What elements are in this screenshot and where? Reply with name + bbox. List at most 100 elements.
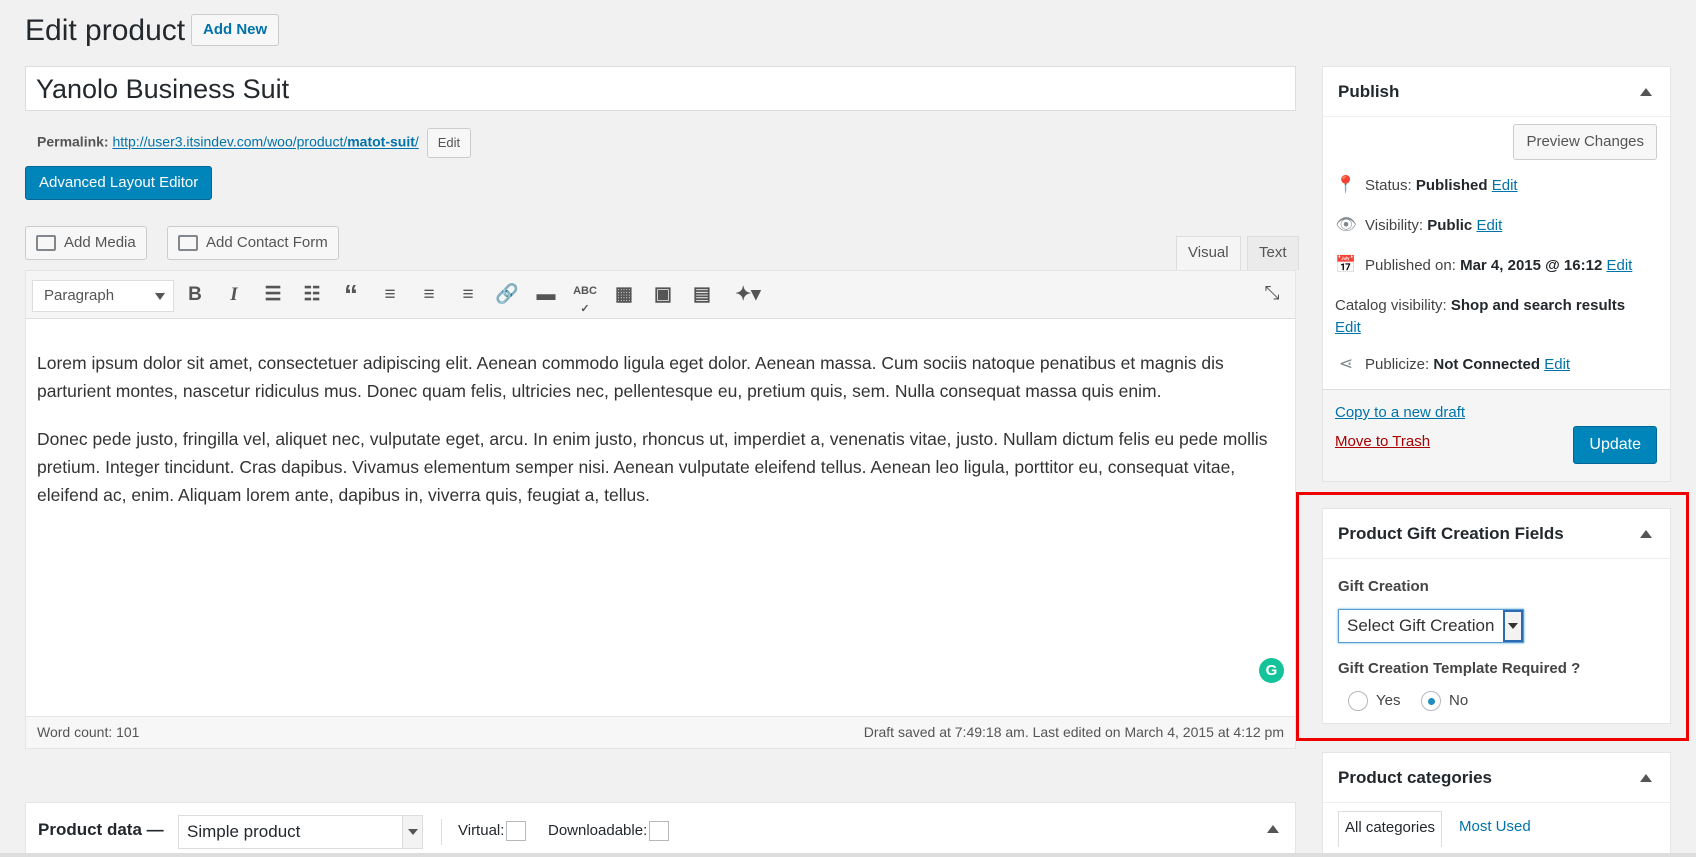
read-more-icon[interactable]: ▬ bbox=[533, 282, 559, 308]
content-editor: Paragraph B I ☰ ☷ “ ≡ ≡ ≡ 🔗 ▬ ABC ✓ ▦ ▣ ▤… bbox=[25, 270, 1296, 749]
blockquote-icon[interactable]: “ bbox=[338, 281, 364, 309]
eye-icon: 👁 bbox=[1335, 215, 1357, 234]
collapse-toggle-icon[interactable] bbox=[1640, 88, 1652, 96]
tab-text[interactable]: Text bbox=[1247, 236, 1299, 270]
product-data-label: Product data — bbox=[38, 820, 164, 839]
status-label: Status: bbox=[1365, 177, 1412, 194]
permalink-slug: matot-suit bbox=[347, 133, 415, 150]
publish-title: Publish bbox=[1338, 82, 1400, 101]
permalink-edit-button[interactable]: Edit bbox=[426, 128, 472, 158]
permalink-link[interactable]: http://user3.itsindev.com/woo/product/ma… bbox=[112, 134, 418, 150]
collapse-toggle-icon[interactable] bbox=[1267, 825, 1279, 833]
bullet-list-icon[interactable]: ☰ bbox=[260, 282, 286, 308]
copy-to-draft-link[interactable]: Copy to a new draft bbox=[1335, 404, 1465, 421]
form-icon bbox=[178, 235, 198, 251]
bold-icon[interactable]: B bbox=[182, 282, 208, 308]
categories-title: Product categories bbox=[1338, 768, 1492, 787]
advanced-layout-editor-button[interactable]: Advanced Layout Editor bbox=[25, 166, 213, 200]
chevron-down-icon bbox=[402, 816, 422, 848]
product-type-select[interactable]: Simple product bbox=[178, 815, 423, 849]
publicize-row: ⋖ Publicize: Not Connected Edit bbox=[1335, 354, 1570, 374]
spellcheck-icon[interactable]: ABC ✓ bbox=[572, 282, 598, 315]
post-title-input[interactable]: Yanolo Business Suit bbox=[25, 66, 1296, 111]
add-new-button[interactable]: Add New bbox=[191, 14, 280, 46]
virtual-checkbox-label: Virtual: bbox=[458, 821, 527, 841]
paragraph: Donec pede justo, fringilla vel, aliquet… bbox=[37, 429, 1268, 505]
publicize-edit-link[interactable]: Edit bbox=[1544, 356, 1570, 373]
downloadable-checkbox-label: Downloadable: bbox=[548, 821, 670, 841]
catalog-value: Shop and search results bbox=[1450, 297, 1626, 314]
publicize-label: Publicize: bbox=[1365, 356, 1430, 373]
collapse-toggle-icon[interactable] bbox=[1640, 774, 1652, 782]
horizontal-scrollbar[interactable] bbox=[0, 853, 1696, 857]
product-type-value: Simple product bbox=[187, 822, 301, 841]
add-contact-form-button[interactable]: Add Contact Form bbox=[167, 226, 339, 260]
published-edit-link[interactable]: Edit bbox=[1606, 257, 1632, 274]
publish-box-header: Publish bbox=[1323, 67, 1670, 117]
published-row: 📅 Published on: Mar 4, 2015 @ 16:12 Edit bbox=[1335, 255, 1632, 275]
align-right-icon[interactable]: ≡ bbox=[455, 282, 481, 308]
pin-icon: 📍 bbox=[1335, 175, 1357, 194]
publicize-value: Not Connected bbox=[1433, 356, 1541, 373]
publish-box: Publish Preview Changes 📍 Status: Publish… bbox=[1322, 66, 1671, 482]
toolbar-toggle-icon[interactable]: ▦ bbox=[611, 282, 637, 308]
editor-toolbar: Paragraph B I ☰ ☷ “ ≡ ≡ ≡ 🔗 ▬ ABC ✓ ▦ ▣ ▤… bbox=[26, 271, 1295, 319]
divider bbox=[441, 819, 442, 845]
add-media-button[interactable]: Add Media bbox=[25, 226, 147, 260]
add-contact-form-label: Add Contact Form bbox=[206, 234, 328, 251]
published-value: Mar 4, 2015 @ 16:12 bbox=[1460, 257, 1603, 274]
visibility-edit-link[interactable]: Edit bbox=[1476, 217, 1502, 234]
publish-actions: Copy to a new draft Move to Trash Update bbox=[1323, 389, 1670, 481]
catalog-edit-link[interactable]: Edit bbox=[1335, 319, 1361, 336]
media-icon bbox=[36, 235, 56, 251]
preview-changes-button[interactable]: Preview Changes bbox=[1513, 124, 1657, 160]
grammarly-icon[interactable]: G bbox=[1259, 658, 1284, 683]
catalog-visibility-row: Catalog visibility: Shop and search resu… bbox=[1335, 295, 1625, 339]
move-to-trash-link[interactable]: Move to Trash bbox=[1335, 433, 1430, 450]
categories-box-header: Product categories bbox=[1323, 753, 1670, 803]
downloadable-label: Downloadable: bbox=[548, 821, 648, 839]
tab-visual[interactable]: Visual bbox=[1176, 236, 1241, 270]
chevron-down-icon bbox=[155, 293, 165, 300]
page-title: Edit product bbox=[25, 14, 186, 47]
virtual-checkbox[interactable] bbox=[506, 821, 527, 841]
visibility-value: Public bbox=[1427, 217, 1473, 234]
update-button[interactable]: Update bbox=[1573, 426, 1657, 464]
link-icon[interactable]: 🔗 bbox=[494, 282, 520, 308]
wand-icon[interactable]: ✦▾ bbox=[728, 282, 768, 308]
calendar-icon: 📅 bbox=[1335, 255, 1357, 274]
permalink-label: Permalink: bbox=[37, 133, 109, 150]
visibility-row: 👁 Visibility: Public Edit bbox=[1335, 215, 1502, 235]
fullscreen-icon[interactable]: ⤡ bbox=[1259, 281, 1285, 307]
product-data-panel: Product data — Simple product Virtual: D… bbox=[25, 802, 1296, 857]
format-select[interactable]: Paragraph bbox=[32, 280, 174, 312]
virtual-label: Virtual: bbox=[458, 821, 505, 839]
draft-status: Draft saved at 7:49:18 am. Last edited o… bbox=[863, 724, 1284, 740]
gallery-icon[interactable]: ▣ bbox=[650, 282, 676, 308]
permalink: Permalink: http://user3.itsindev.com/woo… bbox=[37, 128, 472, 158]
published-label: Published on: bbox=[1365, 257, 1456, 274]
visibility-label: Visibility: bbox=[1365, 217, 1424, 234]
add-media-label: Add Media bbox=[64, 234, 136, 251]
catalog-label: Catalog visibility: bbox=[1335, 297, 1447, 314]
highlight-box bbox=[1296, 492, 1689, 741]
format-select-value: Paragraph bbox=[44, 287, 115, 304]
downloadable-checkbox[interactable] bbox=[649, 821, 670, 841]
tab-most-used[interactable]: Most Used bbox=[1453, 811, 1537, 847]
paragraph: Lorem ipsum dolor sit amet, consectetuer… bbox=[37, 353, 1224, 401]
status-row: 📍 Status: Published Edit bbox=[1335, 175, 1518, 195]
editor-statusbar: Word count: 101 Draft saved at 7:49:18 a… bbox=[26, 716, 1295, 748]
permalink-base: http://user3.itsindev.com/woo/product/ bbox=[112, 133, 348, 150]
tab-all-categories[interactable]: All categories bbox=[1338, 811, 1443, 847]
form-embed-icon[interactable]: ▤ bbox=[689, 282, 715, 308]
align-left-icon[interactable]: ≡ bbox=[377, 282, 403, 308]
share-icon: ⋖ bbox=[1338, 354, 1354, 373]
status-edit-link[interactable]: Edit bbox=[1492, 177, 1518, 194]
italic-icon[interactable]: I bbox=[221, 282, 247, 308]
word-count: Word count: 101 bbox=[37, 724, 140, 740]
numbered-list-icon[interactable]: ☷ bbox=[299, 282, 325, 308]
product-categories-box: Product categories All categories Most U… bbox=[1322, 752, 1671, 857]
align-center-icon[interactable]: ≡ bbox=[416, 282, 442, 308]
editor-content[interactable]: Lorem ipsum dolor sit amet, consectetuer… bbox=[26, 319, 1295, 509]
status-value: Published bbox=[1415, 177, 1488, 194]
